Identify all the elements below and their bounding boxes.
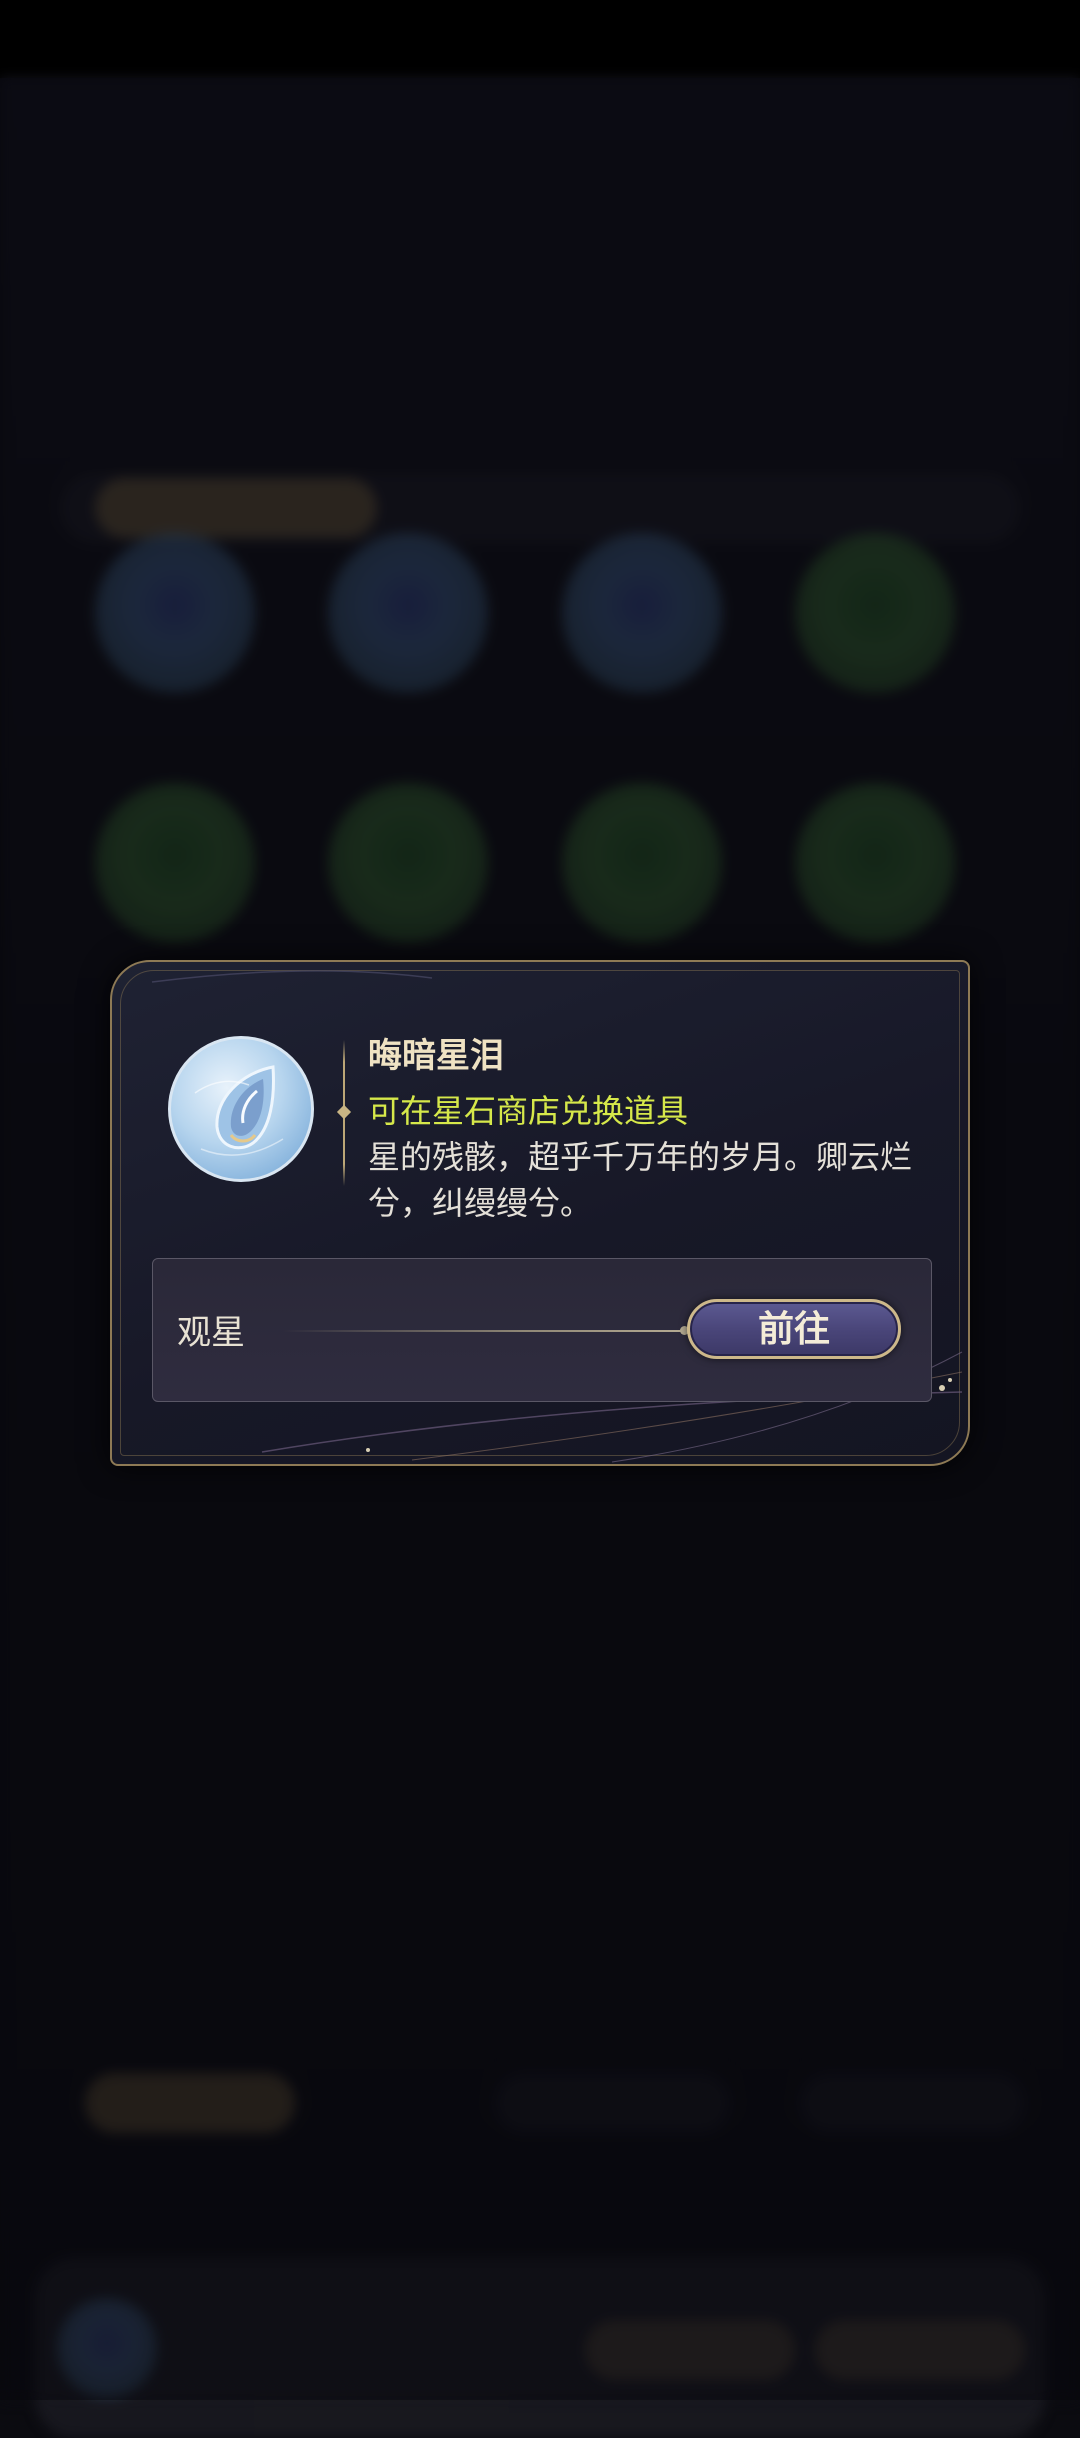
item-detail-dialog: 晦暗星泪 可在星石商店兑换道具 星的残骸，超乎千万年的岁月。卿云烂兮，纠缦缦兮。… <box>110 960 970 1466</box>
item-description: 星的残骸，超乎千万年的岁月。卿云烂兮，纠缦缦兮。 <box>368 1138 913 1222</box>
source-connector-line <box>283 1330 683 1332</box>
divider-ornament <box>336 1104 352 1120</box>
source-row: 观星 前往 <box>152 1258 932 1402</box>
go-button[interactable]: 前往 <box>687 1299 901 1359</box>
status-bar <box>0 0 1080 78</box>
item-name: 晦暗星泪 <box>368 1036 504 1076</box>
source-label: 观星 <box>177 1313 245 1353</box>
star-tear-gem-icon <box>168 1036 314 1182</box>
item-source-hint: 可在星石商店兑换道具 <box>368 1092 689 1130</box>
